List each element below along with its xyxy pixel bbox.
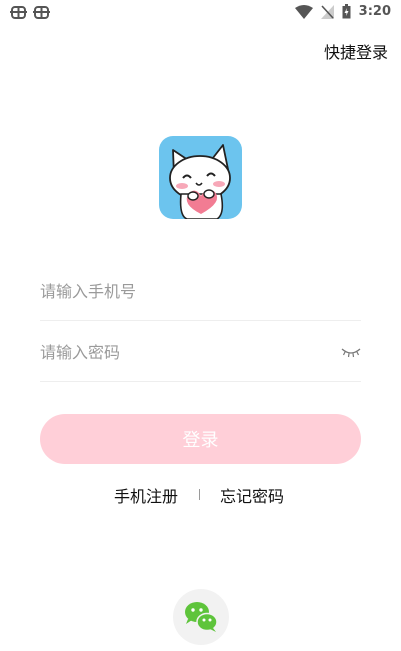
- bug-icon: [33, 6, 50, 19]
- status-time: 3:20: [358, 4, 391, 19]
- wechat-icon: [185, 602, 218, 632]
- no-signal-icon: [320, 4, 334, 19]
- quick-login-link[interactable]: 快捷登录: [324, 39, 388, 63]
- wechat-login-button[interactable]: [173, 589, 229, 645]
- cat-mascot-icon: [169, 144, 231, 219]
- status-bar: 3:20: [0, 0, 401, 28]
- account-links: 手机注册 忘记密码: [0, 483, 401, 507]
- phone-register-link[interactable]: 手机注册: [114, 483, 178, 507]
- forgot-password-link[interactable]: 忘记密码: [220, 483, 284, 507]
- link-divider: [199, 489, 200, 500]
- bug-icon: [10, 6, 27, 19]
- phone-input[interactable]: [40, 276, 330, 306]
- login-button[interactable]: 登录: [40, 414, 361, 464]
- battery-charging-icon: [342, 4, 351, 19]
- status-system-icons: 3:20: [294, 4, 391, 19]
- status-notifications: [10, 5, 50, 21]
- wifi-icon: [294, 4, 313, 19]
- password-input[interactable]: [40, 337, 330, 367]
- password-field: [40, 321, 361, 382]
- phone-field: [40, 260, 361, 321]
- app-logo: [159, 136, 242, 219]
- eye-closed-icon[interactable]: [341, 345, 361, 359]
